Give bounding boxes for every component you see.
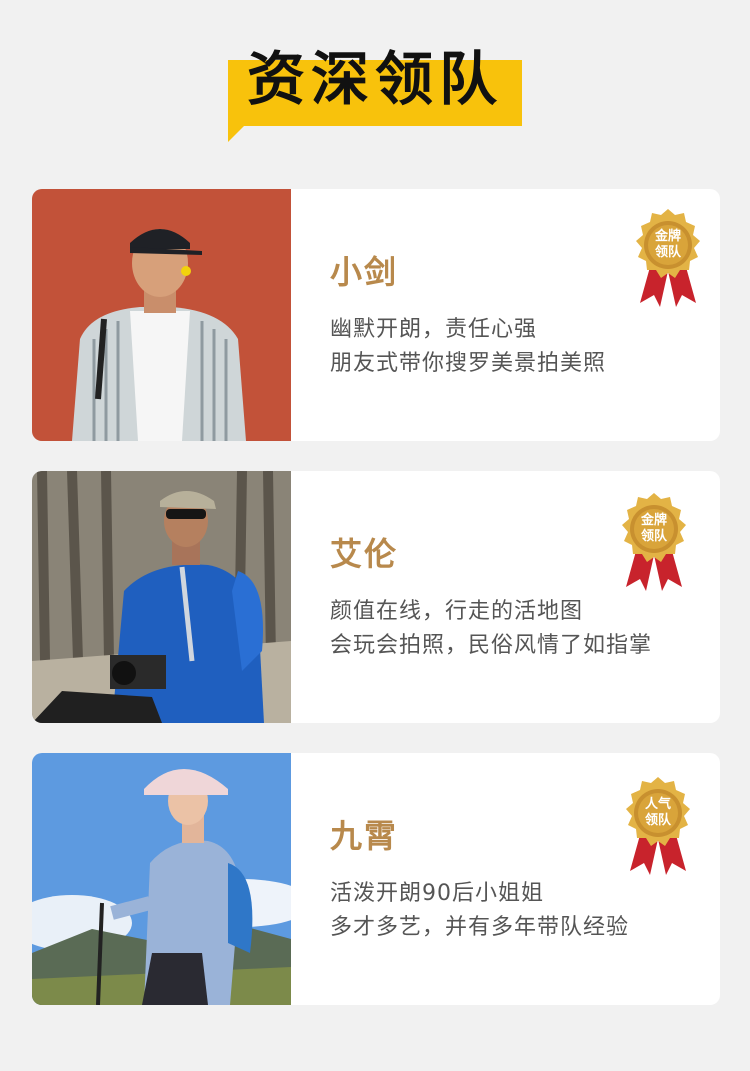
badge-label-line-2: 领队 <box>654 245 681 260</box>
leader-description-line-1: 颜值在线，行走的活地图 <box>330 599 584 624</box>
badge-label-line-2: 领队 <box>644 813 671 828</box>
leader-card[interactable]: 九霄 活泼开朗90后小姐姐 多才多艺，并有多年带队经验 人气 领队 <box>32 753 720 1005</box>
gold-medal-badge-icon: 金牌 领队 <box>616 491 692 591</box>
title-banner-tail <box>228 124 246 142</box>
leader-photo <box>32 471 291 723</box>
badge-label-line-2: 领队 <box>640 529 667 544</box>
badge-label-line-1: 金牌 <box>640 513 667 528</box>
header: 资深领队 <box>0 0 750 170</box>
leader-name: 艾伦 <box>330 535 399 573</box>
leader-name: 小剑 <box>330 253 399 291</box>
leader-card[interactable]: 小剑 幽默开朗，责任心强 朋友式带你搜罗美景拍美照 金牌 领队 <box>32 189 720 441</box>
leader-description-line-1: 活泼开朗90后小姐姐 <box>330 881 544 906</box>
leader-description-line-2: 多才多艺，并有多年带队经验 <box>330 915 630 940</box>
leader-description-line-1: 幽默开朗，责任心强 <box>330 317 538 342</box>
badge-label-line-1: 金牌 <box>654 229 681 244</box>
leader-description-line-2: 朋友式带你搜罗美景拍美照 <box>330 351 607 376</box>
popular-leader-badge-icon: 人气 领队 <box>620 775 696 875</box>
leader-name: 九霄 <box>330 817 399 855</box>
badge-label-line-1: 人气 <box>644 797 671 812</box>
leader-photo <box>32 189 291 441</box>
leader-description-line-2: 会玩会拍照，民俗风情了如指掌 <box>330 633 653 658</box>
leader-photo <box>32 753 291 1005</box>
leader-card[interactable]: 艾伦 颜值在线，行走的活地图 会玩会拍照，民俗风情了如指掌 金牌 领队 <box>32 471 720 723</box>
page-title: 资深领队 <box>246 45 503 113</box>
gold-medal-badge-icon: 金牌 领队 <box>630 207 706 307</box>
